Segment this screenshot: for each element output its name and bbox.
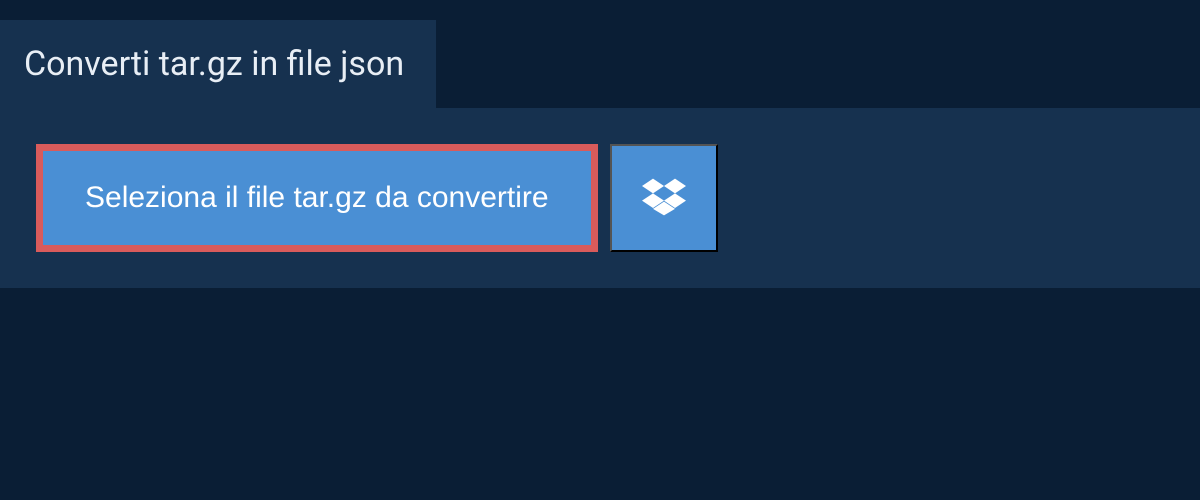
select-file-button[interactable]: Seleziona il file tar.gz da convertire xyxy=(36,144,598,252)
upload-panel: Seleziona il file tar.gz da convertire xyxy=(0,108,1200,288)
header-tab: Converti tar.gz in file json xyxy=(0,20,436,108)
dropbox-button[interactable] xyxy=(610,144,718,252)
dropbox-icon xyxy=(642,175,686,222)
page-title: Converti tar.gz in file json xyxy=(24,44,404,84)
